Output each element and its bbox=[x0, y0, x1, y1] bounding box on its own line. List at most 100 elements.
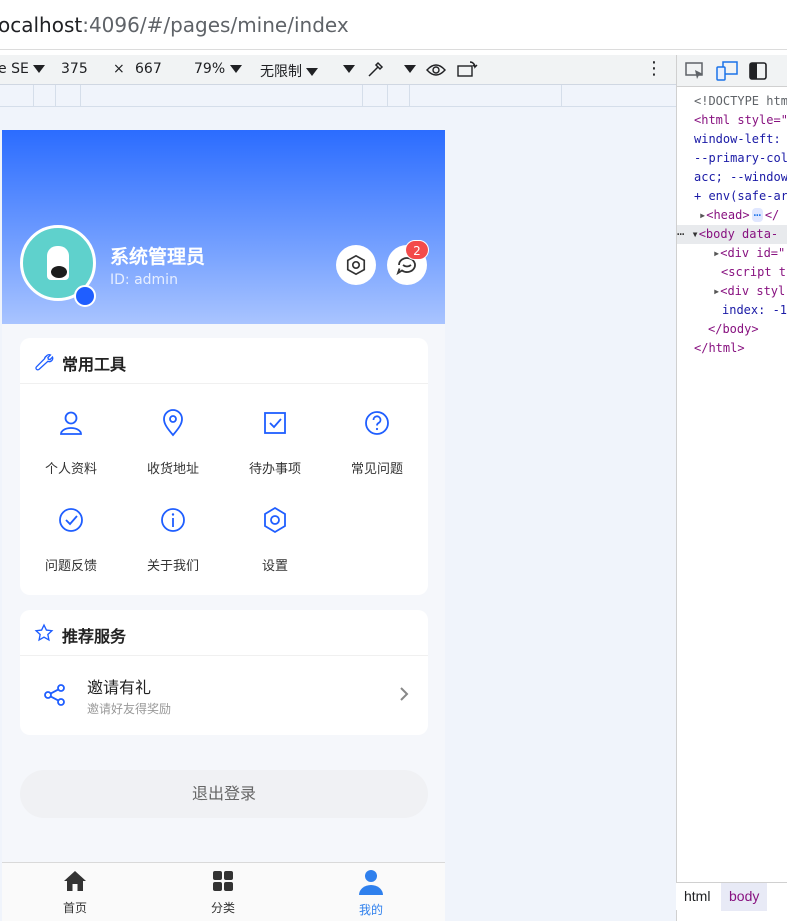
inspect-element-icon[interactable] bbox=[685, 62, 705, 84]
user-icon bbox=[60, 411, 82, 435]
person-icon bbox=[359, 870, 383, 895]
dock-side-icon[interactable] bbox=[749, 62, 767, 84]
eye-icon[interactable] bbox=[426, 62, 446, 82]
url-text[interactable]: ocalhost:4096/#/pages/mine/index bbox=[0, 13, 349, 37]
share-icon bbox=[42, 682, 68, 712]
breadcrumb-body[interactable]: body bbox=[721, 883, 768, 911]
services-card-header: 推荐服务 bbox=[20, 610, 428, 656]
dom-line[interactable]: acc; --window bbox=[694, 168, 787, 187]
tab-label: 分类 bbox=[210, 901, 235, 915]
user-name: 系统管理员 bbox=[110, 246, 206, 268]
more-options-icon[interactable]: ⋮ bbox=[645, 58, 663, 79]
dropdown-arrow-icon bbox=[33, 65, 46, 73]
dom-line[interactable]: index: -1 bbox=[722, 301, 787, 320]
tool-label: 问题反馈 bbox=[44, 559, 97, 574]
grid-icon bbox=[213, 871, 233, 891]
devtools-toolbar bbox=[676, 55, 787, 87]
div-tag: <div id=" bbox=[720, 246, 786, 260]
dom-line[interactable]: <script t bbox=[721, 263, 786, 282]
eyedropper-icon[interactable] bbox=[366, 59, 386, 83]
url-host: ocalhost bbox=[0, 13, 83, 37]
checkbox-icon bbox=[264, 412, 286, 434]
head-tag: <head> bbox=[706, 208, 750, 222]
profile-header: 系统管理员 ID: admin 2 bbox=[2, 130, 445, 324]
dom-line[interactable]: </html> bbox=[694, 339, 745, 358]
logout-button[interactable]: 退出登录 bbox=[20, 770, 428, 818]
dom-line[interactable]: ▸<div styl bbox=[713, 282, 785, 301]
tool-label: 常见问题 bbox=[350, 462, 403, 477]
dropdown-arrow-icon bbox=[229, 65, 242, 73]
body-tag: <body data- bbox=[698, 227, 779, 241]
devtools-breadcrumb: html body bbox=[676, 882, 787, 911]
avatar-guitar bbox=[51, 266, 67, 278]
tools-card-header: 常用工具 bbox=[20, 338, 428, 384]
services-card: 推荐服务 邀请有礼 邀请好友得奖励 bbox=[20, 610, 428, 735]
home-icon bbox=[64, 871, 86, 891]
mobile-page: 系统管理员 ID: admin 2 常用工具 个人资料 收货地址 待办事项 常见… bbox=[2, 130, 445, 921]
browser-url-bar[interactable]: ocalhost:4096/#/pages/mine/index bbox=[0, 0, 787, 50]
dom-line-body[interactable]: ⋯ ▾<body data- bbox=[677, 225, 787, 244]
save-data-dropdown[interactable] bbox=[343, 61, 355, 77]
tool-about[interactable]: 关于我们 bbox=[122, 505, 224, 574]
throttle-select[interactable]: 无限制 bbox=[260, 61, 319, 81]
tool-profile[interactable]: 个人资料 bbox=[20, 408, 122, 477]
tool-label: 待办事项 bbox=[248, 462, 301, 477]
breadcrumb-html[interactable]: html bbox=[684, 888, 710, 904]
tool-address[interactable]: 收货地址 bbox=[122, 408, 224, 477]
device-select[interactable]: e SE bbox=[0, 61, 46, 77]
height-field[interactable]: 667 bbox=[135, 61, 162, 77]
head-close-tag: </ bbox=[764, 208, 780, 222]
device-toggle-icon[interactable] bbox=[716, 61, 738, 85]
rotate-icon[interactable] bbox=[456, 60, 478, 82]
tab-home[interactable]: 首页 bbox=[25, 869, 125, 916]
tool-label: 设置 bbox=[261, 559, 288, 574]
star-icon bbox=[34, 623, 54, 647]
wrench-icon bbox=[34, 351, 54, 375]
zoom-select[interactable]: 79% bbox=[194, 61, 242, 77]
tools-card-title: 常用工具 bbox=[62, 355, 127, 374]
dom-line[interactable]: window-left: bbox=[694, 130, 787, 149]
tool-todo[interactable]: 待办事项 bbox=[224, 408, 326, 477]
check-circle-icon bbox=[59, 508, 83, 532]
tab-mine[interactable]: 我的 bbox=[321, 869, 421, 918]
tab-category[interactable]: 分类 bbox=[173, 869, 273, 916]
chevron-right-icon bbox=[398, 686, 410, 706]
dom-line[interactable]: </body> bbox=[708, 320, 759, 339]
hexagon-settings-icon bbox=[264, 506, 286, 534]
dom-line[interactable]: --primary-col bbox=[694, 149, 787, 168]
dom-line[interactable]: + env(safe-ar bbox=[694, 187, 787, 206]
dropdown-arrow-icon bbox=[306, 68, 319, 76]
dom-line-head[interactable]: ▸<head> ⋯ </ bbox=[699, 206, 779, 225]
tool-settings[interactable]: 设置 bbox=[224, 505, 326, 574]
tools-card: 常用工具 个人资料 收货地址 待办事项 常见问题 问题反馈 关于我们 设置 bbox=[20, 338, 428, 595]
device-name: e SE bbox=[0, 61, 29, 77]
message-count-badge: 2 bbox=[405, 240, 429, 260]
bottom-tab-bar: 首页 分类 我的 bbox=[2, 862, 445, 921]
dom-line[interactable]: ▸<div id=" bbox=[713, 244, 785, 263]
status-dot bbox=[74, 285, 96, 307]
device-toolbar: e SE 375 × 667 79% 无限制 ⋮ bbox=[0, 55, 676, 85]
settings-button[interactable] bbox=[336, 245, 376, 285]
throttle-value: 无限制 bbox=[260, 64, 302, 80]
tool-label: 个人资料 bbox=[44, 462, 97, 477]
dropdown-arrow-icon bbox=[404, 65, 416, 73]
tool-faq[interactable]: 常见问题 bbox=[326, 408, 428, 477]
tab-label: 首页 bbox=[62, 901, 87, 915]
user-id: ID: admin bbox=[110, 272, 178, 288]
dom-line[interactable]: <!DOCTYPE htm bbox=[694, 92, 787, 111]
question-icon bbox=[365, 411, 389, 435]
info-icon bbox=[161, 508, 185, 532]
services-card-title: 推荐服务 bbox=[62, 627, 127, 646]
div-tag: <div styl bbox=[720, 284, 786, 298]
tool-feedback[interactable]: 问题反馈 bbox=[20, 505, 122, 574]
tab-label: 我的 bbox=[358, 903, 383, 917]
location-pin-icon bbox=[163, 409, 183, 437]
dom-line[interactable]: <html style=" bbox=[694, 111, 787, 130]
width-field[interactable]: 375 bbox=[61, 61, 88, 77]
tool-label: 收货地址 bbox=[146, 462, 199, 477]
service-item-invite[interactable] bbox=[20, 656, 428, 735]
collapsed-ellipsis[interactable]: ⋯ bbox=[751, 208, 763, 222]
zoom-value: 79% bbox=[194, 61, 226, 77]
devtools-elements-panel: <!DOCTYPE htm <html style=" window-left:… bbox=[676, 87, 787, 921]
vision-dropdown[interactable] bbox=[404, 61, 416, 77]
